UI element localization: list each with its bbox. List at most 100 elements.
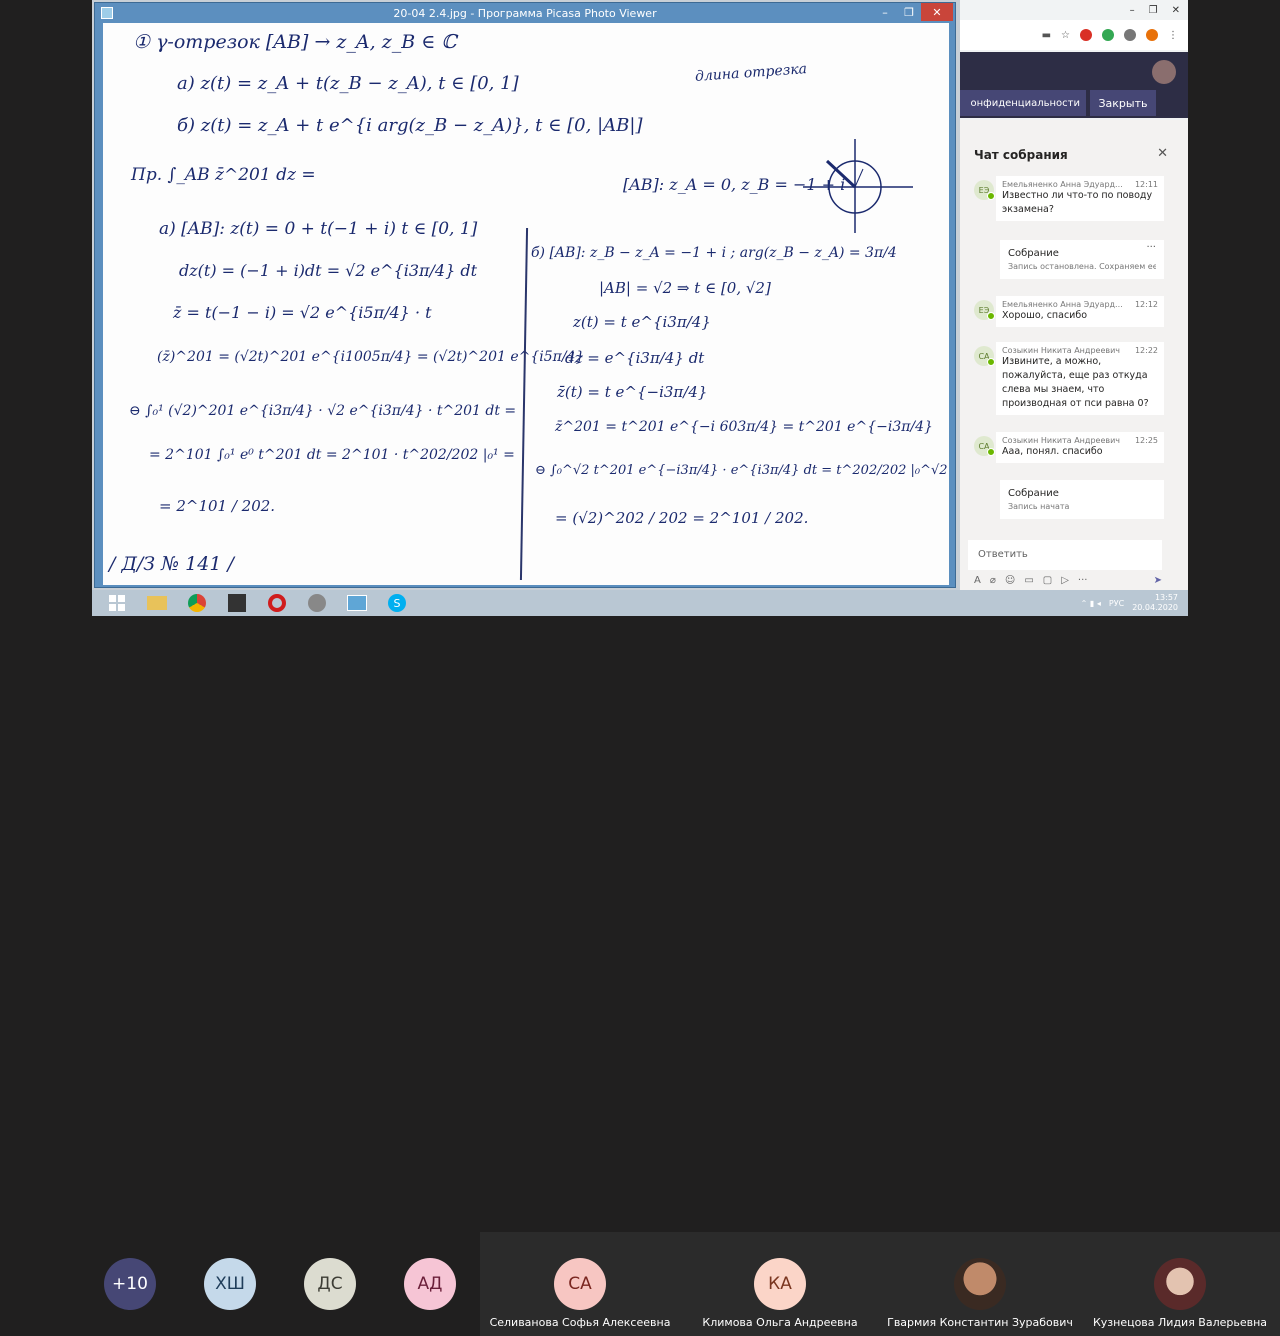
message-text: Ааа, понял. спасибо bbox=[1002, 446, 1103, 457]
teams-meeting-header: онфиденциальности Закрыть bbox=[960, 52, 1188, 118]
note-line: z(t) = t e^{i3π/4} bbox=[573, 313, 711, 331]
extension-icon[interactable] bbox=[1102, 29, 1114, 41]
chat-title: Чат собрания bbox=[974, 148, 1068, 162]
participants-strip: +10 ХШ ДС АД СА Селиванова Софья Алексее… bbox=[0, 616, 1280, 1336]
more-participants-button[interactable]: +10 bbox=[104, 1258, 156, 1310]
minimize-button[interactable]: – bbox=[873, 3, 897, 21]
shared-screen: 20-04 2.4.jpg - Программа Picasa Photo V… bbox=[92, 0, 1188, 616]
more-icon[interactable]: ··· bbox=[1078, 575, 1088, 586]
windows-start-icon[interactable] bbox=[102, 591, 132, 615]
system-title: Собрание bbox=[1008, 248, 1059, 259]
close-button[interactable]: ✕ bbox=[921, 3, 953, 21]
language-indicator[interactable]: РУС bbox=[1109, 599, 1124, 608]
complex-plane-sketch bbox=[803, 139, 913, 233]
avatar[interactable]: АД bbox=[404, 1258, 456, 1310]
divider-line bbox=[519, 228, 529, 580]
clock-date: 20.04.2020 bbox=[1132, 603, 1178, 612]
note-line: ⊖ ∫₀¹ (√2)^201 e^{i3π/4} · √2 e^{i3π/4} … bbox=[129, 403, 517, 419]
picasa-title: 20-04 2.4.jpg - Программа Picasa Photo V… bbox=[393, 6, 657, 20]
privacy-link[interactable]: онфиденциальности bbox=[960, 90, 1086, 116]
skype-icon[interactable]: S bbox=[382, 591, 412, 615]
close-icon[interactable]: ✕ bbox=[1157, 146, 1168, 161]
more-icon[interactable]: ··· bbox=[1146, 242, 1156, 253]
browser-toolbar: ▬ ☆ ⋮ bbox=[960, 20, 1188, 50]
message-bubble: Созыкин Никита Андреевич 12:25 Ааа, понял… bbox=[996, 432, 1164, 463]
timestamp: 12:12 bbox=[1134, 300, 1158, 309]
sticker-icon[interactable]: ▢ bbox=[1043, 575, 1052, 586]
file-explorer-icon[interactable] bbox=[142, 591, 172, 615]
system-title: Собрание bbox=[1008, 488, 1059, 499]
message-bubble: Созыкин Никита Андреевич 12:22 Извините, … bbox=[996, 342, 1164, 415]
author: Емельяненко Анна Эдуард... bbox=[1002, 180, 1123, 189]
avatar: КА bbox=[754, 1258, 806, 1310]
avatar: СА bbox=[974, 436, 995, 456]
close-meeting-button[interactable]: Закрыть bbox=[1090, 90, 1156, 116]
clock[interactable]: 13:57 20.04.2020 bbox=[1132, 593, 1178, 613]
system-subtitle: Запись остановлена. Сохраняем ее в... bbox=[1008, 262, 1156, 271]
avatar: ЕЭ bbox=[974, 300, 995, 320]
format-icon[interactable]: A bbox=[974, 575, 981, 586]
gif-icon[interactable]: ▭ bbox=[1024, 575, 1033, 586]
homework-note: / Д/З № 141 / bbox=[109, 553, 234, 575]
message-text: Хорошо, спасибо bbox=[1002, 310, 1088, 321]
extension-icon[interactable] bbox=[1124, 29, 1136, 41]
note-line: dz(t) = (−1 + i)dt = √2 e^{i3π/4} dt bbox=[179, 261, 478, 280]
picasa-app-icon bbox=[101, 7, 113, 19]
note-line: а) [AB]: z(t) = 0 + t(−1 + i) t ∈ [0, 1] bbox=[159, 219, 478, 239]
timestamp: 12:11 bbox=[1134, 180, 1158, 189]
send-icon[interactable]: ➤ bbox=[1154, 575, 1162, 586]
avatar bbox=[954, 1258, 1006, 1310]
author: Емельяненко Анна Эдуард... bbox=[1002, 300, 1123, 309]
reply-input[interactable]: Ответить bbox=[968, 540, 1162, 570]
avatar: СА bbox=[554, 1258, 606, 1310]
compose-toolbar: A ⌀ ☺ ▭ ▢ ▷ ··· ➤ bbox=[974, 572, 1162, 588]
note-line: (z̄)^201 = (√2t)^201 e^{i1005π/4} = (√2t… bbox=[157, 349, 585, 365]
picasa-taskbar-icon[interactable] bbox=[342, 591, 372, 615]
app-icon[interactable] bbox=[222, 591, 252, 615]
author: Созыкин Никита Андреевич bbox=[1002, 436, 1121, 445]
browser-window: – ❐ ✕ ▬ ☆ ⋮ онфиденциальности Закрыть bbox=[960, 0, 1188, 120]
message-text: Извините, а можно, пожалуйста, еще раз о… bbox=[1002, 356, 1149, 409]
message-text: Известно ли что-то по поводу экзамена? bbox=[1002, 190, 1153, 215]
app-icon[interactable] bbox=[302, 591, 332, 615]
note-line: z̄(t) = t e^{−i3π/4} bbox=[557, 383, 708, 401]
note-line: dz = e^{i3π/4} dt bbox=[565, 349, 705, 367]
maximize-button[interactable]: ❐ bbox=[897, 3, 921, 21]
chrome-icon[interactable] bbox=[182, 591, 212, 615]
system-message: ··· Собрание Запись остановлена. Сохраня… bbox=[1000, 240, 1164, 279]
browser-maximize-button[interactable]: ❐ bbox=[1149, 5, 1158, 16]
author: Созыкин Никита Андреевич bbox=[1002, 346, 1121, 355]
avatar: ЕЭ bbox=[974, 180, 995, 200]
attach-icon[interactable]: ⌀ bbox=[990, 575, 996, 586]
profile-icon[interactable] bbox=[1146, 29, 1158, 41]
timestamp: 12:22 bbox=[1134, 346, 1158, 355]
note-line: z̄ = t(−1 − i) = √2 e^{i5π/4} · t bbox=[173, 303, 432, 322]
abp-extension-icon[interactable] bbox=[1080, 29, 1092, 41]
note-line: = 2^101 / 202. bbox=[159, 497, 276, 515]
avatar[interactable] bbox=[1152, 60, 1176, 84]
avatar bbox=[1154, 1258, 1206, 1310]
note-line: а) z(t) = z_A + t(z_B − z_A), t ∈ [0, 1] bbox=[177, 73, 519, 94]
emoji-icon[interactable]: ☺ bbox=[1005, 575, 1015, 586]
menu-icon[interactable]: ⋮ bbox=[1168, 30, 1178, 41]
note-line: z̄^201 = t^201 e^{−i 603π/4} = t^201 e^{… bbox=[555, 419, 933, 435]
meet-icon[interactable]: ▷ bbox=[1061, 575, 1069, 586]
system-subtitle: Запись начата bbox=[1008, 502, 1070, 511]
browser-minimize-button[interactable]: – bbox=[1130, 5, 1135, 16]
meeting-chat-panel: Чат собрания ✕ ЕЭ Емельяненко Анна Эдуар… bbox=[960, 120, 1188, 590]
browser-close-button[interactable]: ✕ bbox=[1172, 5, 1180, 16]
message-bubble: Емельяненко Анна Эдуард... 12:12 Хорошо, … bbox=[996, 296, 1164, 327]
star-icon[interactable]: ☆ bbox=[1061, 30, 1070, 41]
avatar[interactable]: ДС bbox=[304, 1258, 356, 1310]
system-message: Собрание Запись начата bbox=[1000, 480, 1164, 519]
system-tray: ⌃ ▮ ◂ РУС 13:57 20.04.2020 bbox=[1081, 593, 1188, 613]
avatar[interactable]: ХШ bbox=[204, 1258, 256, 1310]
picasa-window: 20-04 2.4.jpg - Программа Picasa Photo V… bbox=[94, 2, 956, 588]
cast-icon[interactable]: ▬ bbox=[1042, 30, 1051, 41]
tray-icons[interactable]: ⌃ ▮ ◂ bbox=[1081, 599, 1101, 608]
participant-name: Кузнецова Лидия Валерьевна bbox=[1092, 1316, 1268, 1329]
participant-name: Селиванова Софья Алексеевна bbox=[489, 1316, 671, 1329]
message-bubble: Емельяненко Анна Эдуард... 12:11 Известно… bbox=[996, 176, 1164, 221]
opera-icon[interactable] bbox=[262, 591, 292, 615]
note-line: б) z(t) = z_A + t e^{i arg(z_B − z_A)}, … bbox=[177, 115, 643, 136]
